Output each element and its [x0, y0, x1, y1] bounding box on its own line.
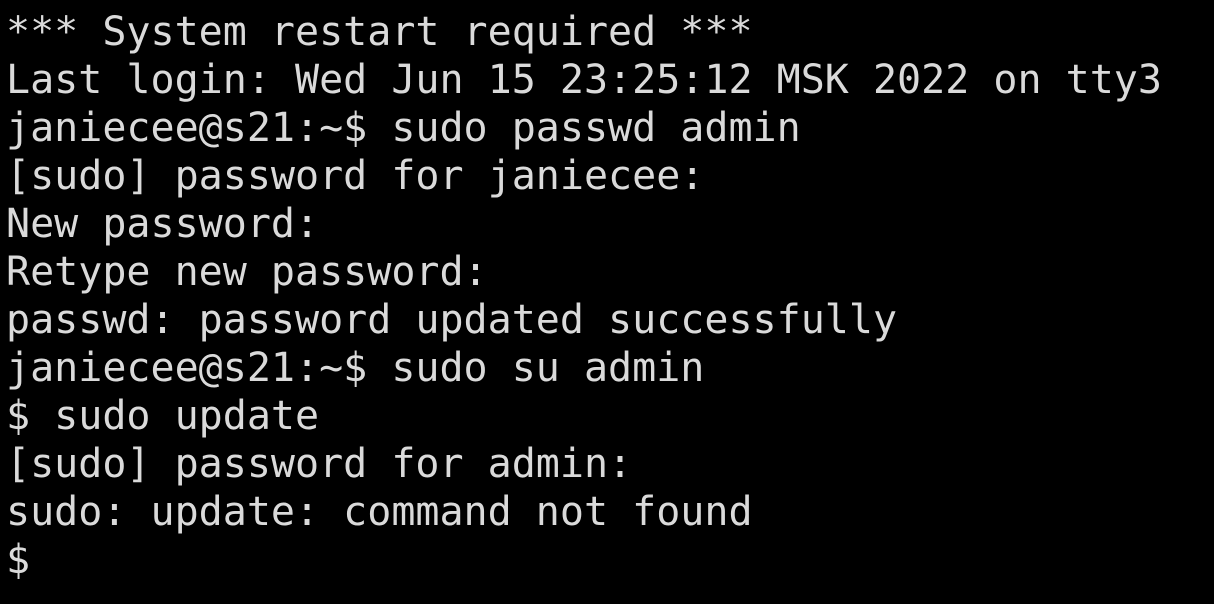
terminal-line-sudo-password-prompt: [sudo] password for janiecee:	[6, 153, 705, 199]
terminal-line-sudo-admin-prompt: [sudo] password for admin:	[6, 441, 633, 487]
shell-prompt: $	[6, 537, 55, 583]
terminal-cursor	[54, 541, 78, 579]
terminal-line-passwd-success: passwd: password updated successfully	[6, 297, 898, 343]
terminal-screen[interactable]: *** System restart required *** Last log…	[6, 8, 1162, 584]
terminal-line-last-login: Last login: Wed Jun 15 23:25:12 MSK 2022…	[6, 57, 1162, 103]
terminal-window[interactable]: *** System restart required *** Last log…	[0, 0, 1214, 604]
terminal-active-prompt-line[interactable]: $	[6, 536, 1162, 584]
terminal-line-command-passwd: janiecee@s21:~$ sudo passwd admin	[6, 105, 801, 151]
terminal-line-new-password-prompt: New password:	[6, 201, 320, 247]
terminal-line-command-su: janiecee@s21:~$ sudo su admin	[6, 345, 705, 391]
terminal-line-restart-notice: *** System restart required ***	[6, 9, 753, 55]
terminal-line-retype-password-prompt: Retype new password:	[6, 249, 488, 295]
terminal-line-command-update: $ sudo update	[6, 393, 320, 439]
terminal-line-command-not-found: sudo: update: command not found	[6, 489, 753, 535]
